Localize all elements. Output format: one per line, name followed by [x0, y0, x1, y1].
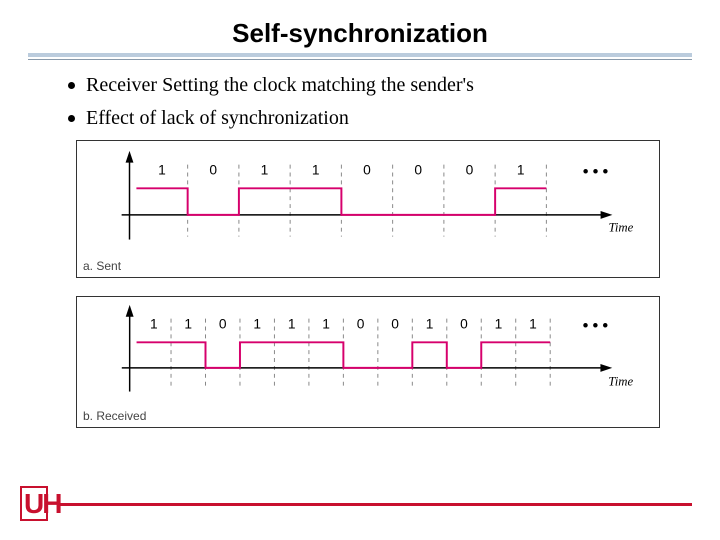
svg-text:0: 0: [209, 163, 217, 178]
panel-caption: b. Received: [83, 409, 146, 423]
svg-text:1: 1: [312, 163, 320, 178]
panel-caption: a. Sent: [83, 259, 121, 273]
svg-text:0: 0: [357, 317, 365, 332]
svg-text:1: 1: [150, 317, 158, 332]
svg-text:1: 1: [288, 317, 296, 332]
figure-panel-sent: • • • Time 1 0 1 1 0 0 0 1 a. Sent: [76, 140, 660, 278]
svg-text:1: 1: [184, 317, 192, 332]
svg-text:1: 1: [253, 317, 261, 332]
time-axis-label: Time: [608, 375, 633, 389]
svg-text:0: 0: [219, 317, 227, 332]
page-title: Self-synchronization: [0, 18, 720, 49]
ellipsis: • • •: [583, 163, 608, 180]
time-axis-label: Time: [608, 221, 633, 235]
svg-text:0: 0: [460, 317, 468, 332]
bullet-item: Receiver Setting the clock matching the …: [68, 74, 696, 97]
waveform-received: • • • Time 1 1 0 1 1 1 0 0 1 0 1 1: [77, 297, 659, 427]
svg-text:1: 1: [158, 163, 166, 178]
svg-text:1: 1: [517, 163, 525, 178]
svg-text:1: 1: [426, 317, 434, 332]
figure-panel-received: • • • Time 1 1 0 1 1 1 0 0 1 0 1 1 b. Received: [76, 296, 660, 428]
svg-text:0: 0: [414, 163, 422, 178]
ellipsis: • • •: [583, 317, 608, 334]
footer-rule: [60, 503, 692, 506]
waveform-sent: • • • Time 1 0 1 1 0 0 0 1: [77, 141, 659, 277]
svg-text:1: 1: [261, 163, 269, 178]
title-rule: [28, 53, 692, 60]
svg-text:1: 1: [529, 317, 537, 332]
svg-text:0: 0: [391, 317, 399, 332]
svg-text:1: 1: [495, 317, 503, 332]
svg-text:0: 0: [363, 163, 371, 178]
svg-text:1: 1: [322, 317, 330, 332]
uh-logo: UH: [20, 488, 62, 520]
svg-text:0: 0: [466, 163, 474, 178]
bullet-list: Receiver Setting the clock matching the …: [28, 74, 696, 130]
bullet-item: Effect of lack of synchronization: [68, 107, 696, 130]
